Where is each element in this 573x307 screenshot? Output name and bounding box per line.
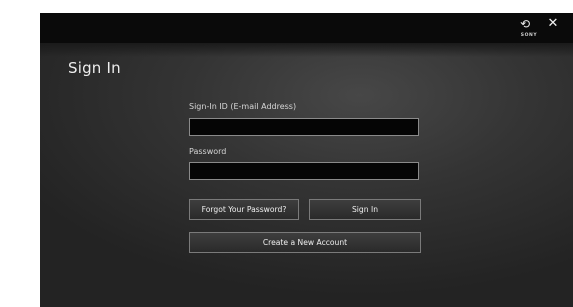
top-bar-shadow	[40, 43, 573, 57]
top-bar	[40, 13, 573, 43]
reload-icon[interactable]: ⟲	[516, 16, 534, 32]
page-title: Sign In	[68, 59, 121, 77]
forgot-password-button[interactable]: Forgot Your Password?	[189, 199, 299, 220]
password-field[interactable]	[189, 162, 419, 180]
sign-in-button[interactable]: Sign In	[309, 199, 421, 220]
password-label: Password	[189, 147, 227, 156]
signin-id-field[interactable]	[189, 118, 419, 136]
signin-window: ⟲ ✕ SONY Sign In Sign-In ID (E-mail Addr…	[40, 13, 573, 307]
signin-id-label: Sign-In ID (E-mail Address)	[189, 102, 297, 111]
sony-logo: SONY	[520, 33, 538, 38]
close-icon[interactable]: ✕	[544, 16, 562, 32]
create-account-button[interactable]: Create a New Account	[189, 232, 421, 253]
